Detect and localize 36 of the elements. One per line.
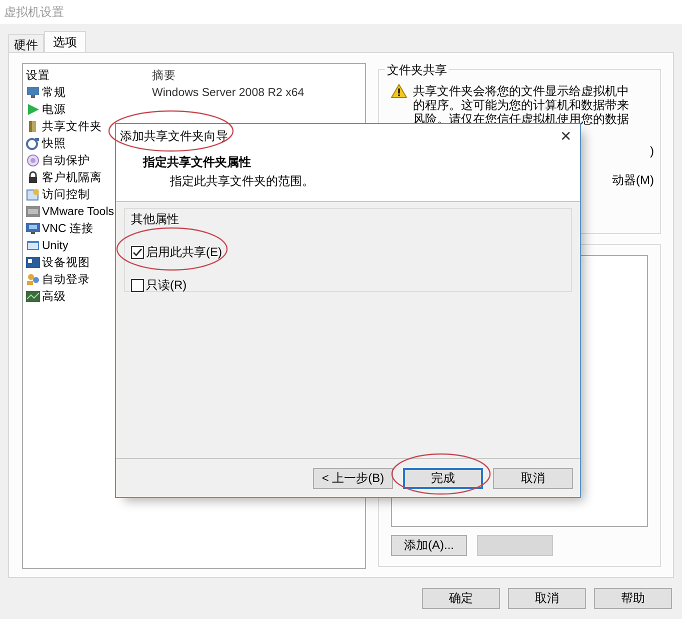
folder-button[interactable]: 添加(A)... bbox=[391, 535, 467, 556]
settings-item[interactable]: 设备视图 bbox=[42, 255, 90, 270]
option-label: 动器(M) bbox=[612, 172, 654, 189]
wizard-subheading: 指定此共享文件夹的范围。 bbox=[169, 173, 315, 190]
tab[interactable]: 选项 bbox=[44, 31, 86, 52]
settings-item[interactable]: 客户机隔离 bbox=[42, 170, 102, 185]
settings-item[interactable]: 快照 bbox=[42, 136, 66, 151]
group-title: 文件夹共享 bbox=[385, 62, 449, 79]
wizard-heading: 指定共享文件夹属性 bbox=[143, 154, 252, 171]
summary-text: Windows Server 2008 R2 x64 bbox=[152, 86, 304, 98]
window-title: 虚拟机设置 bbox=[0, 0, 682, 24]
wizard-button[interactable]: 完成 bbox=[403, 468, 483, 488]
group-title: 其他属性 bbox=[131, 211, 180, 228]
column-header: 设置 bbox=[26, 68, 50, 83]
settings-item[interactable]: 电源 bbox=[42, 102, 66, 117]
settings-item[interactable]: 常规 bbox=[42, 85, 66, 100]
dialog-button[interactable]: 帮助 bbox=[594, 588, 672, 609]
tab[interactable]: 硬件 bbox=[8, 34, 44, 52]
close-icon[interactable]: ✕ bbox=[560, 128, 572, 144]
wizard-button[interactable]: < 上一步(B) bbox=[313, 468, 393, 488]
settings-item[interactable]: 共享文件夹 bbox=[42, 119, 102, 134]
checkbox-label: 启用此共享(E) bbox=[146, 244, 222, 261]
settings-item[interactable]: Unity bbox=[42, 240, 68, 252]
settings-item[interactable]: 访问控制 bbox=[42, 187, 90, 202]
settings-item[interactable]: 自动登录 bbox=[42, 272, 90, 287]
dialog-button[interactable]: 确定 bbox=[422, 588, 500, 609]
dialog-button[interactable]: 取消 bbox=[508, 588, 586, 609]
checkbox-label: 只读(R) bbox=[146, 277, 187, 294]
wizard-button[interactable]: 取消 bbox=[493, 468, 573, 488]
settings-item[interactable]: VNC 连接 bbox=[42, 221, 94, 236]
column-header: 摘要 bbox=[152, 68, 176, 83]
settings-item[interactable]: 高级 bbox=[42, 289, 66, 304]
settings-item[interactable]: 自动保护 bbox=[42, 153, 90, 168]
settings-item[interactable]: VMware Tools bbox=[42, 206, 114, 218]
dialog-title: 添加共享文件夹向导 bbox=[120, 128, 228, 144]
option-label: ) bbox=[650, 144, 654, 158]
